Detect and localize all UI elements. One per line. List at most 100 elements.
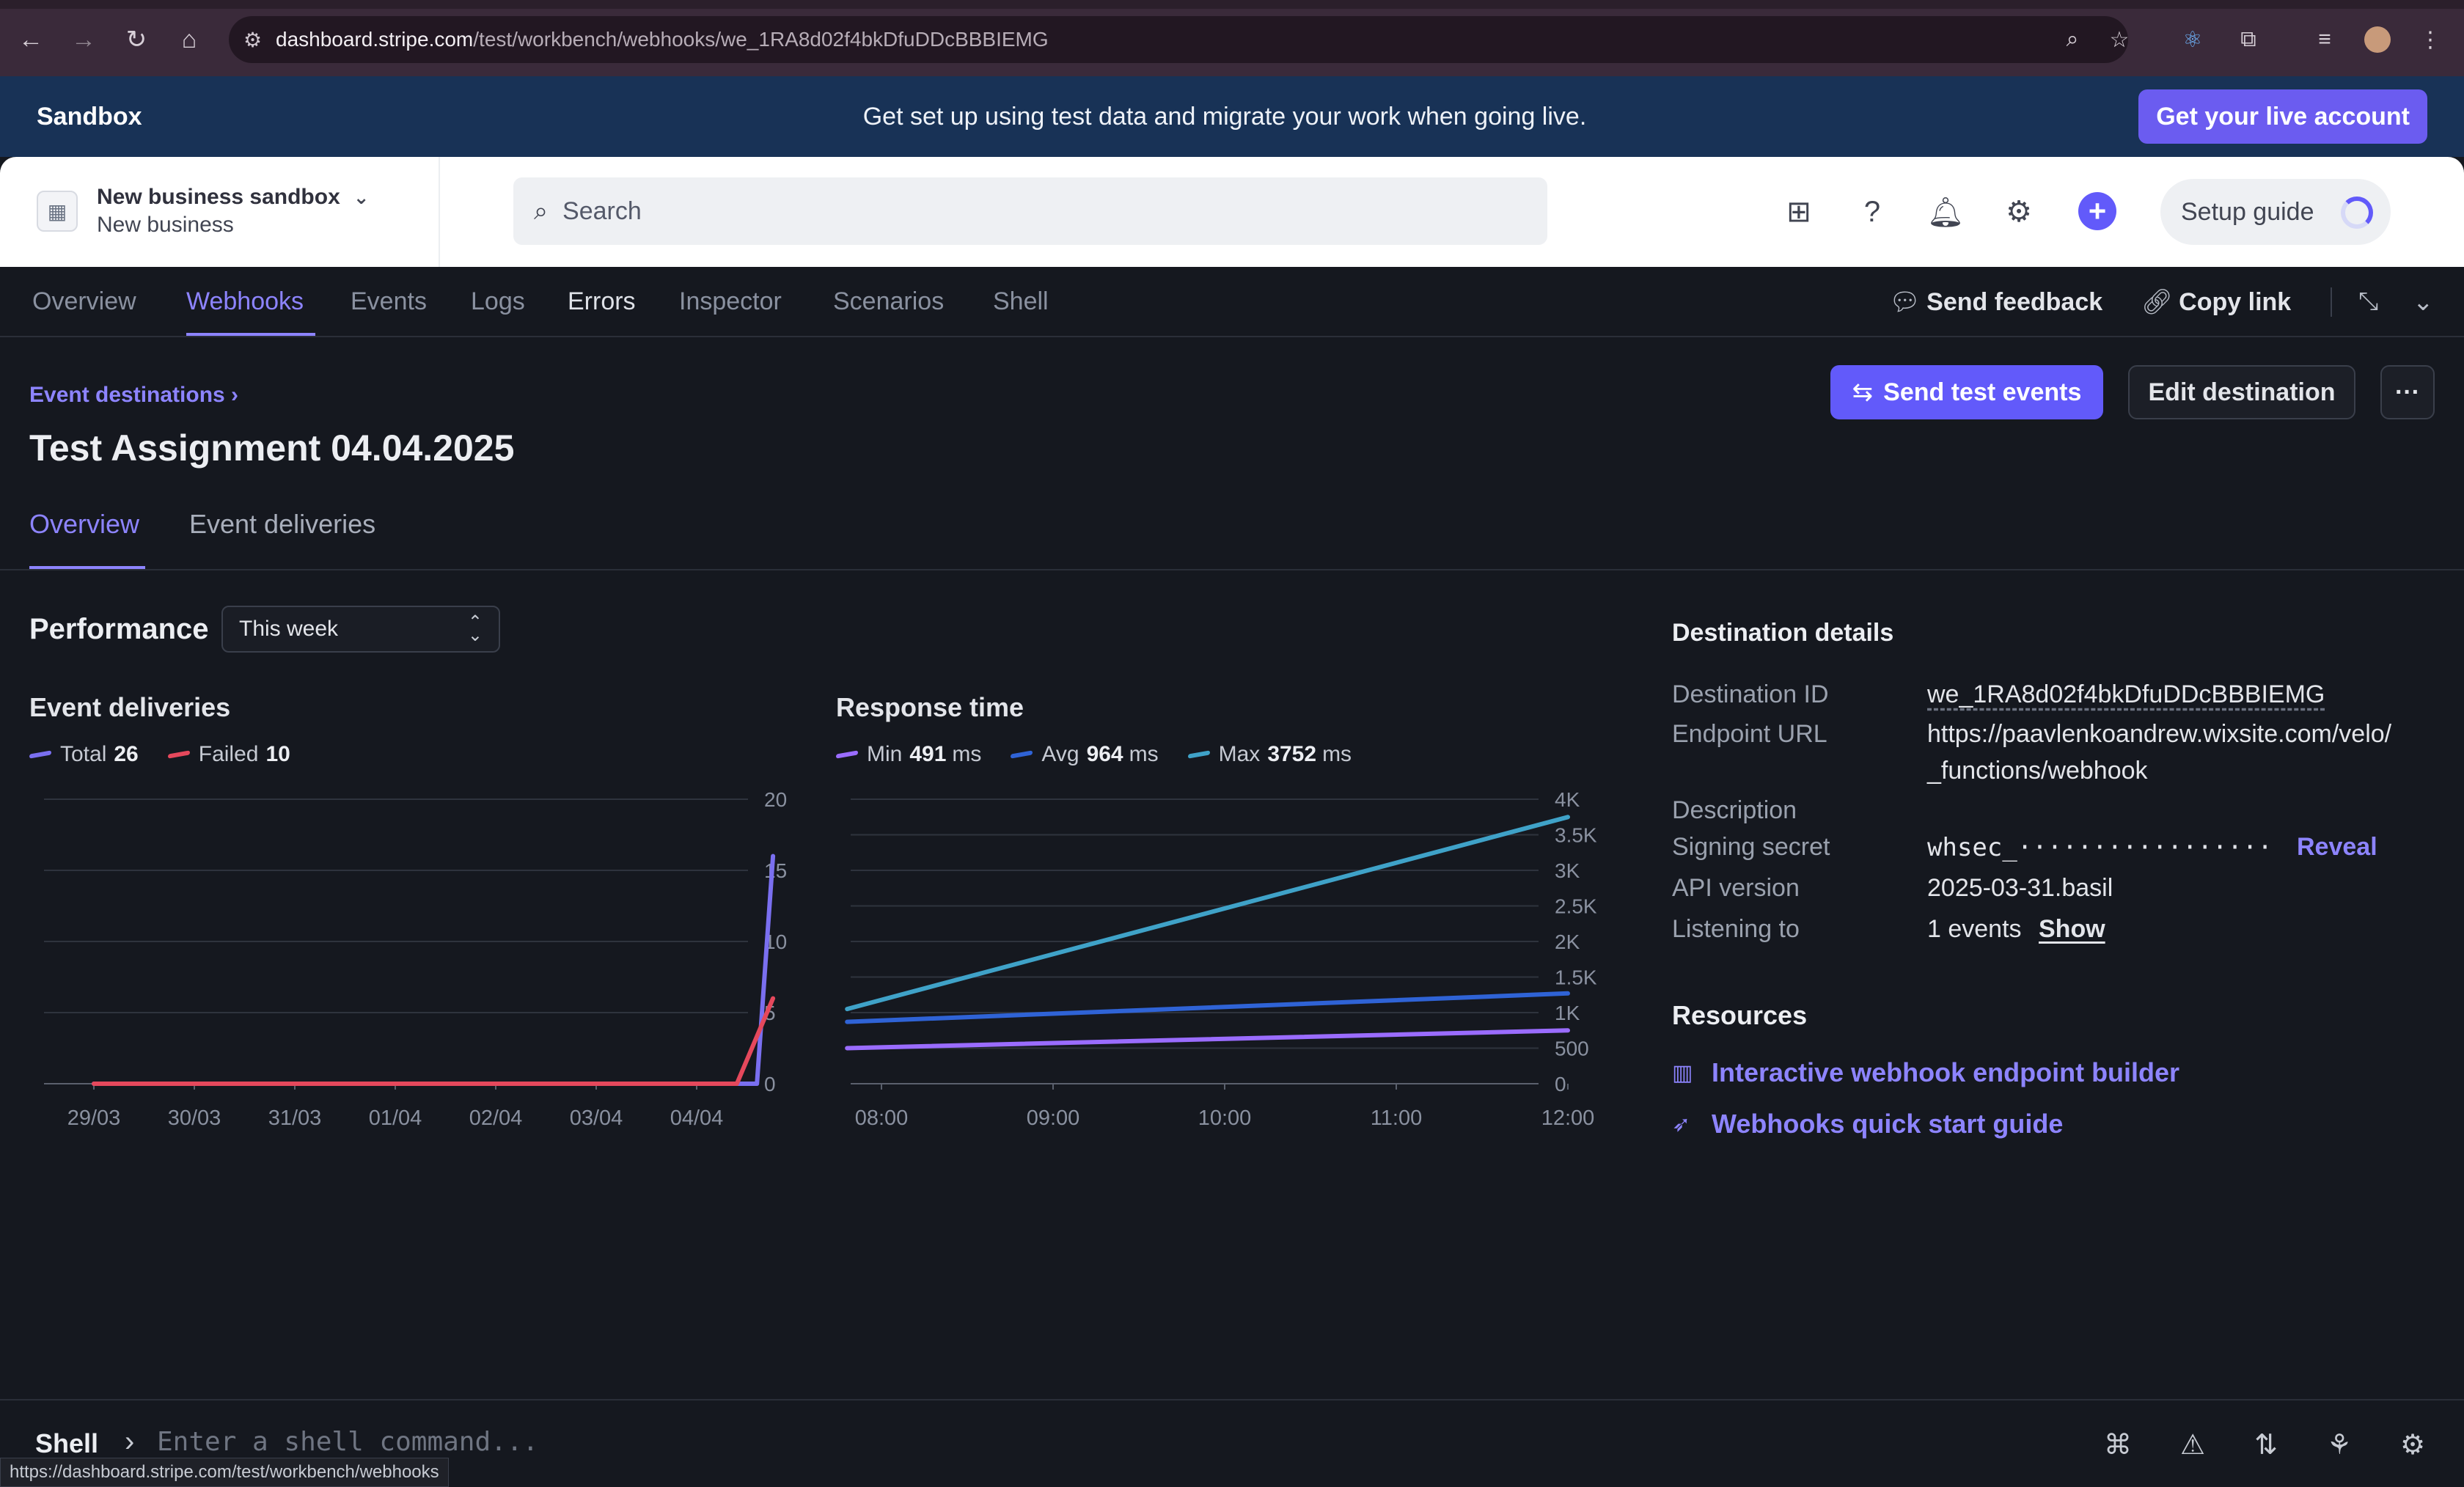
get-live-account-button[interactable]: Get your live account [2138, 89, 2427, 144]
media-queue-icon[interactable]: ≡ [2310, 25, 2339, 54]
performance-title: Performance [29, 613, 209, 645]
collapse-icon[interactable]: ⤡ [2358, 287, 2378, 316]
destination-id-value[interactable]: we_1RA8d02f4bkDfuDDcBBBIEMG [1927, 680, 2325, 709]
browser-menu-icon[interactable]: ⋮ [2416, 25, 2445, 54]
legend-swatch-avg [1011, 750, 1033, 759]
create-plus-button[interactable]: + [2078, 192, 2116, 230]
tab-inspector[interactable]: Inspector [679, 287, 782, 316]
x-tick-label: 11:00 [1371, 1106, 1422, 1130]
y-tick-label: 1.5K [1555, 966, 1597, 989]
tab-webhooks[interactable]: Webhooks [186, 287, 304, 316]
account-name: New business sandbox ⌄ [97, 185, 370, 209]
prompt-chevron-icon: › [125, 1425, 135, 1458]
breadcrumb[interactable]: Event destinations › [29, 383, 238, 408]
swap-arrows-icon: ⇆ [1852, 378, 1874, 406]
profile-avatar-icon[interactable] [2363, 25, 2392, 54]
tab-scenarios[interactable]: Scenarios [833, 287, 944, 316]
rocket-icon: ➶ [1672, 1112, 1691, 1137]
edit-destination-button[interactable]: Edit destination [2128, 365, 2355, 419]
series-line-total [92, 853, 776, 1086]
binoculars-icon[interactable]: ⌘ [2100, 1427, 2135, 1462]
y-tick-label: 4K [1555, 788, 1580, 811]
gear-icon[interactable]: ⚙ [1999, 192, 2039, 232]
extensions-icon[interactable]: ⧉ [2234, 25, 2263, 54]
active-tab-indicator [186, 333, 315, 336]
x-tick-label: 10:00 [1198, 1106, 1252, 1130]
series-line-avg [845, 991, 1570, 1024]
event-deliveries-chart-title: Event deliveries [29, 692, 231, 722]
bell-icon[interactable]: 🔔︎ [1926, 192, 1965, 232]
tab-logs[interactable]: Logs [471, 287, 525, 316]
x-tick-label: 09:00 [1027, 1106, 1080, 1130]
active-subtab-indicator [29, 566, 145, 569]
progress-ring-icon [2341, 197, 2373, 229]
date-range-value: This week [239, 617, 339, 641]
response-time-chart: 0 500 1K 1.5K 2K 2.5K 3K 3.5K 4K 08:00 09:00 10:00 1… [845, 788, 1597, 1130]
bookmark-star-icon[interactable]: ☆ [2105, 25, 2134, 54]
warning-icon[interactable]: ⚠ [2175, 1427, 2210, 1462]
shell-input[interactable] [157, 1421, 1037, 1462]
response-time-chart-title: Response time [836, 692, 1024, 722]
webhooks-quickstart-link[interactable]: ➶ Webhooks quick start guide [1672, 1109, 2063, 1139]
search-bar[interactable]: ⌕ Search [513, 177, 1547, 245]
search-placeholder: Search [562, 197, 642, 225]
workbench-tabs: Overview Webhooks Events Logs Errors Ins… [0, 267, 2464, 337]
address-bar[interactable]: ⚙ dashboard.stripe.com/test/workbench/we… [229, 16, 2128, 63]
destination-details-title: Destination details [1672, 619, 1894, 647]
x-tick-label: 02/04 [469, 1106, 523, 1130]
help-icon[interactable]: ? [1852, 192, 1892, 232]
x-tick-label: 03/04 [570, 1106, 623, 1130]
back-icon[interactable]: ← [16, 25, 45, 54]
description-label: Description [1672, 796, 1797, 824]
y-tick-label: 3K [1555, 859, 1580, 882]
y-tick-label: 20 [764, 788, 787, 811]
series-line-max [845, 815, 1570, 1012]
subtab-event-deliveries[interactable]: Event deliveries [189, 509, 375, 540]
tab-errors[interactable]: Errors [568, 287, 636, 316]
setup-guide-button[interactable]: Setup guide [2160, 179, 2391, 245]
send-test-events-button[interactable]: ⇆ Send test events [1830, 365, 2103, 419]
sandbox-banner: Sandbox Get set up using test data and m… [0, 76, 2464, 157]
listening-to-value: 1 events [1927, 915, 2022, 943]
shell-label: Shell [35, 1428, 99, 1458]
account-switcher[interactable]: ▦ New business sandbox ⌄ New business [37, 185, 370, 238]
sort-arrows-icon[interactable]: ⇅ [2248, 1427, 2284, 1462]
y-tick-label: 3.5K [1555, 824, 1597, 847]
response-time-legend: Min 491 ms Avg 964 ms Max 3752 ms [836, 742, 1381, 767]
y-tick-label: 15 [764, 859, 787, 882]
send-feedback-button[interactable]: 💬︎ Send feedback [1889, 287, 2102, 317]
account-subtitle: New business [97, 213, 234, 237]
tab-overview[interactable]: Overview [32, 287, 136, 316]
tab-strip [0, 0, 2464, 9]
toolbar-divider [2331, 287, 2332, 317]
forward-icon[interactable]: → [69, 25, 98, 54]
show-events-link[interactable]: Show [2039, 915, 2105, 944]
chevron-down-icon[interactable]: ⌄ [2413, 287, 2434, 317]
home-icon[interactable]: ⌂ [175, 25, 204, 54]
reload-icon[interactable]: ↻ [122, 25, 151, 54]
store-icon: ▦ [37, 191, 78, 232]
site-settings-icon[interactable]: ⚙ [243, 28, 276, 52]
react-devtools-icon[interactable]: ⚛ [2178, 25, 2207, 54]
y-tick-label: 0 [764, 1073, 776, 1095]
event-deliveries-legend: Total 26 Failed 10 [29, 742, 320, 767]
webhook-icon[interactable]: ⚘ [2322, 1427, 2357, 1462]
apps-icon[interactable]: ⊞ [1779, 192, 1819, 232]
date-range-select[interactable]: This week ⌃ ⌄ [221, 606, 500, 653]
webhook-builder-link[interactable]: ▥ Interactive webhook endpoint builder [1672, 1057, 2179, 1088]
event-deliveries-chart: 0510152029/03 30/03 31/03 01/04 02/04 03/04 04… [44, 788, 787, 1130]
tab-shell[interactable]: Shell [993, 287, 1049, 316]
tab-events[interactable]: Events [351, 287, 427, 316]
reveal-secret-button[interactable]: Reveal [2297, 833, 2377, 862]
x-tick-label: 01/04 [369, 1106, 422, 1130]
zoom-icon[interactable]: ⌕ [2058, 25, 2087, 54]
gear-icon[interactable]: ⚙ [2395, 1427, 2430, 1462]
endpoint-url-label: Endpoint URL [1672, 720, 1827, 748]
updown-chevron-icon: ⌃ ⌄ [467, 612, 483, 645]
y-tick-label: 1K [1555, 1002, 1580, 1024]
x-tick-label: 12:00 [1541, 1106, 1595, 1130]
api-version-label: API version [1672, 874, 1800, 902]
more-options-button[interactable]: ··· [2380, 365, 2435, 419]
subtab-overview[interactable]: Overview [29, 509, 139, 540]
copy-link-button[interactable]: 🔗︎ Copy link [2141, 287, 2291, 317]
